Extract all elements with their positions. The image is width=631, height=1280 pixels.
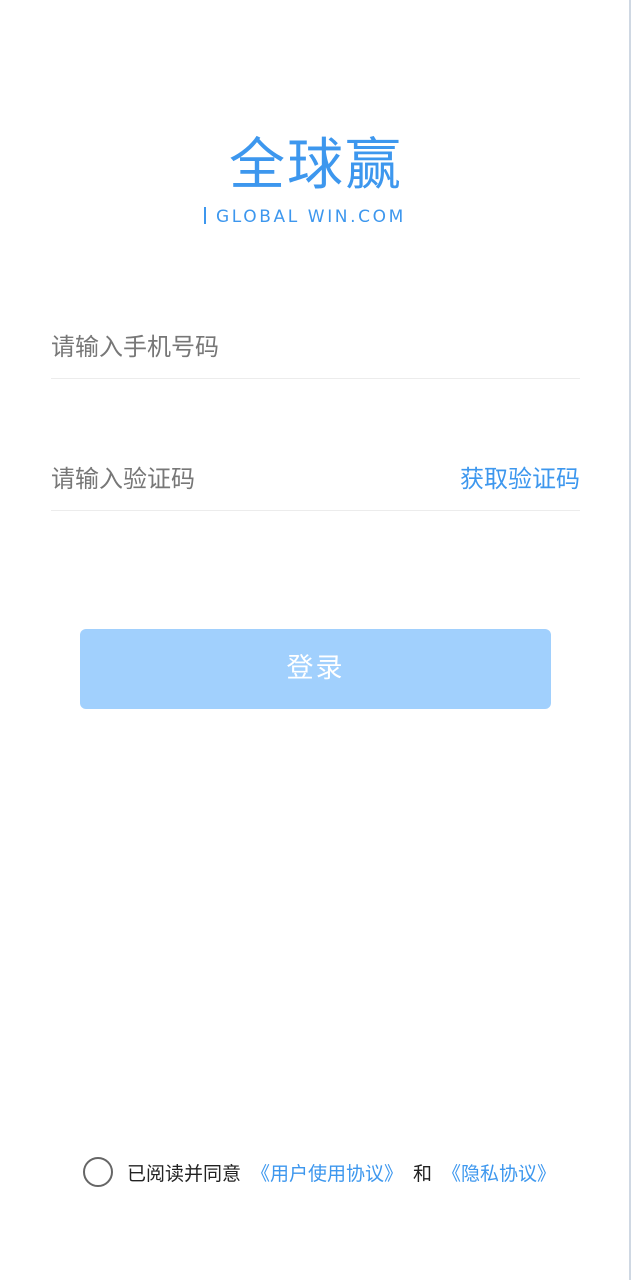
logo-title: 全球赢 xyxy=(229,133,403,198)
brand-logo: 全球赢 GLOBAL WIN.COM xyxy=(200,128,432,238)
code-field: 获取验证码 xyxy=(51,448,580,511)
user-agreement-link[interactable]: 《用户使用协议》 xyxy=(251,1159,403,1186)
get-code-button[interactable]: 获取验证码 xyxy=(460,456,580,502)
phone-input[interactable] xyxy=(51,324,431,370)
agreement-row: 已阅读并同意 《用户使用协议》 和 《隐私协议》 xyxy=(83,1154,556,1190)
logo-subtitle: GLOBAL WIN.COM xyxy=(216,207,406,227)
phone-field xyxy=(51,316,580,379)
agreement-prefix: 已阅读并同意 xyxy=(127,1162,242,1185)
agreement-and: 和 xyxy=(413,1162,433,1185)
logo-subtitle-row: GLOBAL WIN.COM xyxy=(204,206,432,228)
verification-code-input[interactable] xyxy=(51,456,431,502)
logo-bar-mark xyxy=(204,207,206,224)
privacy-agreement-link[interactable]: 《隐私协议》 xyxy=(442,1159,556,1186)
login-button[interactable]: 登录 xyxy=(80,629,551,709)
agreement-checkbox[interactable] xyxy=(83,1157,113,1187)
